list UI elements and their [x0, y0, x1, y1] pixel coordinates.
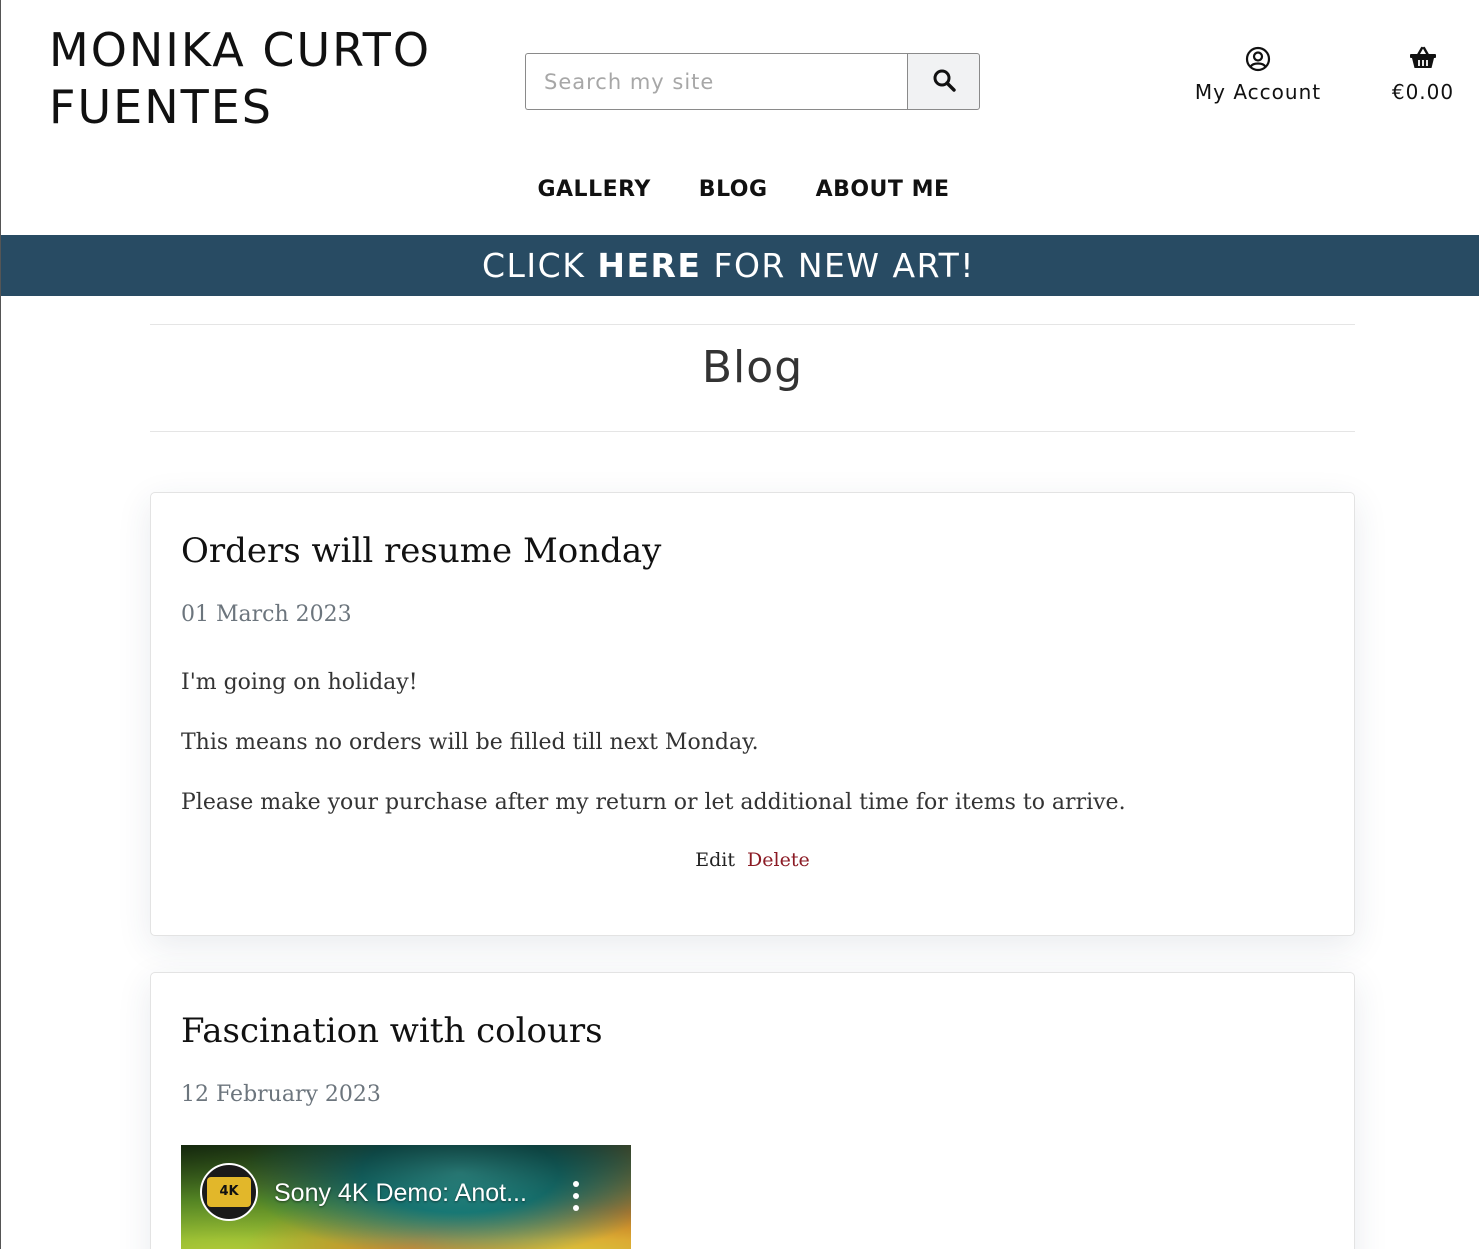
post-paragraph: Please make your purchase after my retur…	[181, 790, 1126, 815]
delete-post-link[interactable]: Delete	[747, 849, 810, 871]
search-input[interactable]	[525, 53, 907, 110]
basket-icon	[1381, 46, 1465, 76]
post-paragraph: I'm going on holiday!	[181, 670, 418, 695]
shopping-bag-link[interactable]: €0.00	[1381, 46, 1465, 104]
main-nav: GALLERY BLOG ABOUT ME	[1, 172, 1479, 208]
banner-text-before: CLICK	[482, 246, 586, 285]
video-title[interactable]: Sony 4K Demo: Anot...	[274, 1179, 527, 1208]
edit-post-link[interactable]: Edit	[695, 849, 735, 871]
post-body: I'm going on holiday! This means no orde…	[181, 667, 1324, 819]
brand-line-2: FUENTES	[49, 80, 273, 134]
post-paragraph: This means no orders will be filled till…	[181, 730, 759, 755]
nav-about-me[interactable]: ABOUT ME	[816, 172, 950, 208]
my-account-link[interactable]: My Account	[1181, 46, 1335, 104]
page-title: Blog	[701, 342, 804, 393]
post-actions: Edit Delete	[181, 849, 1324, 871]
nav-gallery[interactable]: GALLERY	[537, 172, 650, 208]
title-rule-top	[150, 324, 1355, 325]
embedded-video[interactable]: 4K Sony 4K Demo: Anot...	[181, 1145, 631, 1249]
more-options-icon[interactable]	[569, 1181, 583, 1211]
post-date: 12 February 2023	[181, 1082, 381, 1107]
search-icon	[932, 68, 956, 95]
channel-logo[interactable]: 4K	[200, 1163, 258, 1221]
search-button[interactable]	[907, 53, 980, 110]
title-rule-bottom	[150, 431, 1355, 432]
post-title: Orders will resume Monday	[181, 531, 662, 571]
blog-post: Orders will resume Monday 01 March 2023 …	[150, 492, 1355, 936]
blog-post: Fascination with colours 12 February 202…	[150, 972, 1355, 1249]
site-brand[interactable]: MONIKA CURTO FUENTES	[49, 22, 431, 136]
nav-blog[interactable]: BLOG	[699, 172, 768, 208]
brand-line-1: MONIKA CURTO	[49, 23, 432, 77]
cart-total: €0.00	[1391, 80, 1455, 104]
user-circle-icon	[1181, 46, 1335, 76]
my-account-label: My Account	[1194, 80, 1322, 104]
banner-here-link[interactable]: HERE	[597, 246, 701, 285]
post-date: 01 March 2023	[181, 602, 352, 627]
search-form	[525, 53, 980, 110]
channel-badge: 4K	[207, 1177, 251, 1207]
banner-text-after: FOR NEW ART!	[713, 246, 975, 285]
post-title: Fascination with colours	[181, 1011, 603, 1051]
promo-banner: CLICK HERE FOR NEW ART!	[1, 235, 1479, 296]
